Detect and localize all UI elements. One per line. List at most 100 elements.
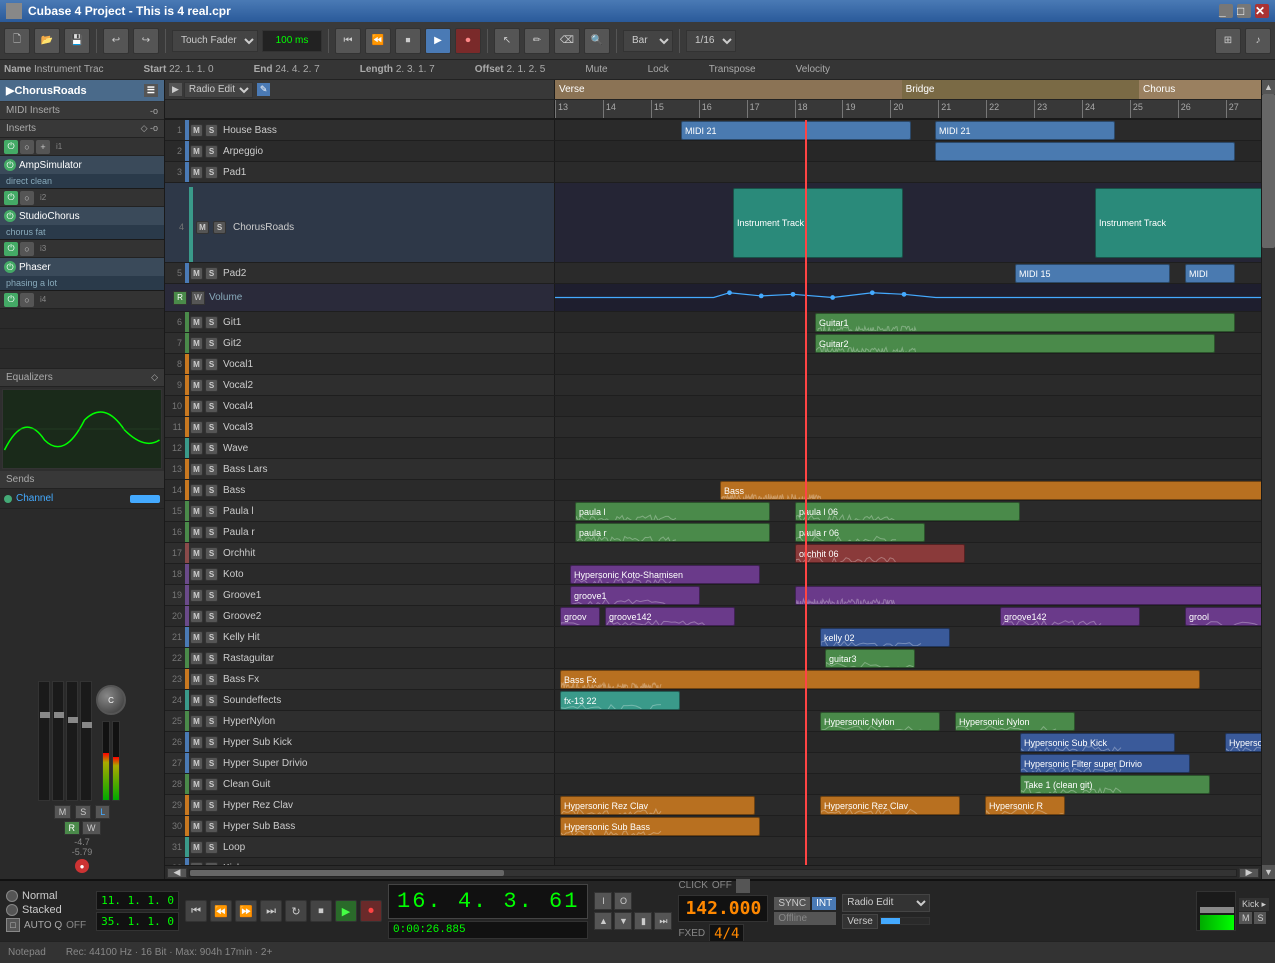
tempo-display[interactable]: 142.000 <box>678 895 768 922</box>
clip[interactable]: kelly 02 <box>820 628 950 647</box>
clip[interactable]: Bass <box>720 481 1261 500</box>
clip[interactable]: Hypersonic Sub Kick <box>1020 733 1175 752</box>
fader-3[interactable] <box>66 681 78 801</box>
ampsim-power[interactable]: ⏻ <box>4 191 18 205</box>
punch-out-btn[interactable]: O <box>614 892 632 910</box>
track-mute-btn[interactable]: M <box>190 631 203 644</box>
scroll-left-btn[interactable]: ◀ <box>167 868 187 878</box>
track-solo-btn[interactable]: S <box>205 547 218 560</box>
track-mute-btn[interactable]: M <box>190 421 203 434</box>
mediabay-btn[interactable]: ♪ <box>1245 28 1271 54</box>
track-name-label[interactable]: Hyper Sub Bass <box>219 821 552 832</box>
track-menu-btn[interactable]: ☰ <box>144 84 158 97</box>
track-mute-btn[interactable]: M <box>190 316 203 329</box>
track-mute-btn[interactable]: M <box>190 862 203 866</box>
record-btn-strip[interactable]: ● <box>75 859 89 873</box>
chorus-bypass-btn[interactable]: ○ <box>20 242 34 256</box>
l-btn[interactable]: L <box>95 805 110 819</box>
master-track-transport[interactable]: Radio Edit <box>842 894 930 912</box>
close-btn[interactable]: ✕ <box>1255 4 1269 18</box>
track-name-label[interactable]: Groove2 <box>219 611 552 622</box>
minimize-btn[interactable]: _ <box>1219 4 1233 18</box>
track-mute-btn[interactable]: M <box>190 568 203 581</box>
forward-end-btn[interactable]: ⏭ <box>654 912 672 930</box>
play-transport[interactable]: ▶ <box>335 900 357 922</box>
clip[interactable]: Hypersonic Nylon <box>820 712 940 731</box>
ampsimulator-slot[interactable]: ⏻ AmpSimulator <box>0 156 164 174</box>
track-solo-btn[interactable]: S <box>205 442 218 455</box>
locator1-display[interactable]: 11. 1. 1. 0 <box>96 891 179 910</box>
track-solo-btn[interactable]: S <box>205 610 218 623</box>
track-mute-btn[interactable]: M <box>190 610 203 623</box>
track-solo-btn[interactable]: S <box>205 337 218 350</box>
chorus-power-btn[interactable]: ⏻ <box>4 242 18 256</box>
pitch-down-btn[interactable]: ▼ <box>614 912 632 930</box>
autoquant-toggle[interactable]: □ <box>6 918 20 932</box>
clip[interactable]: Hypersonic Sub Kick <box>1225 733 1261 752</box>
punch-in-btn[interactable]: I <box>594 892 612 910</box>
phaser-slot[interactable]: ⏻ Phaser <box>0 258 164 276</box>
clip[interactable]: MIDI 21 <box>681 121 911 140</box>
track-name-label[interactable]: Bass Lars <box>219 464 552 475</box>
maximize-btn[interactable]: □ <box>1237 4 1251 18</box>
clip[interactable]: paula r <box>575 523 770 542</box>
track-mute-btn[interactable]: M <box>190 358 203 371</box>
track-name-label[interactable]: Vocal2 <box>219 380 552 391</box>
mixer-btn[interactable]: ⊞ <box>1215 28 1241 54</box>
clip[interactable]: guitar3 <box>825 649 915 668</box>
chorus-preset[interactable]: chorus fat <box>0 225 164 239</box>
clip[interactable]: groove1 <box>570 586 700 605</box>
track-name-label[interactable]: ChorusRoads <box>229 222 550 233</box>
track-mute-btn[interactable]: M <box>190 505 203 518</box>
pencil-tool[interactable]: ✏ <box>524 28 550 54</box>
clip[interactable]: Hypersonic Sub Bass <box>560 817 760 836</box>
ch-s-btn[interactable]: S <box>1254 912 1266 924</box>
track-mute-btn[interactable]: M <box>190 673 203 686</box>
track-name-label[interactable]: Paula r <box>219 527 552 538</box>
record-transport[interactable]: ⏺ <box>360 900 382 922</box>
track-solo-btn[interactable]: S <box>205 145 218 158</box>
scroll-vert-thumb[interactable] <box>1262 94 1275 248</box>
stop-transport[interactable]: ⏹ <box>310 900 332 922</box>
play-btn[interactable]: ▶ <box>425 28 451 54</box>
clip[interactable]: Guitar1 <box>815 313 1235 332</box>
chorus-roads-header[interactable]: ▶ ChorusRoads ☰ <box>0 80 164 102</box>
rewind-transport[interactable]: ⏮ <box>185 900 207 922</box>
clip[interactable]: grool <box>1185 607 1261 626</box>
main-time-display[interactable]: 16. 4. 3. 61 <box>388 884 588 919</box>
clip[interactable]: MIDI 21 <box>935 121 1115 140</box>
track-name-label[interactable]: Vocal1 <box>219 359 552 370</box>
track-solo-btn[interactable]: S <box>205 736 218 749</box>
clip[interactable]: paula r 06 <box>795 523 925 542</box>
bypass-btn[interactable]: ○ <box>20 140 34 154</box>
clip[interactable]: Hypersonic Rez Clav <box>560 796 755 815</box>
master-edit-btn[interactable]: ✎ <box>257 83 271 96</box>
redo-btn[interactable]: ↪ <box>133 28 159 54</box>
track-mute-btn[interactable]: M <box>196 221 209 234</box>
track-name-label[interactable]: Hyper Sub Kick <box>219 737 552 748</box>
power-on-btn[interactable]: ⏻ <box>4 140 18 154</box>
track-name-label[interactable]: Rastaguitar <box>219 653 552 664</box>
m-btn[interactable]: M <box>54 805 72 819</box>
sync-btn[interactable]: SYNC <box>774 897 810 910</box>
cycle-btn[interactable]: ↻ <box>285 900 307 922</box>
ampsim-bypass[interactable]: ○ <box>20 191 34 205</box>
select-tool[interactable]: ↖ <box>494 28 520 54</box>
track-solo-btn[interactable]: S <box>213 221 226 234</box>
offline-btn[interactable]: Offline <box>774 912 836 925</box>
stop-btn[interactable]: ⏹ <box>395 28 421 54</box>
track-name-label[interactable]: Soundeffects <box>219 695 552 706</box>
clip[interactable] <box>795 586 1261 605</box>
track-solo-btn[interactable]: S <box>205 652 218 665</box>
track-solo-btn[interactable]: S <box>205 484 218 497</box>
track-mute-btn[interactable]: M <box>190 799 203 812</box>
r-btn[interactable]: R <box>64 821 81 835</box>
track-name-label[interactable]: Vocal3 <box>219 422 552 433</box>
phaser-bypass-btn[interactable]: ○ <box>20 293 34 307</box>
track-name-label[interactable]: Bass <box>219 485 552 496</box>
fader-1[interactable] <box>38 681 50 801</box>
fast-fwd-end[interactable]: ⏭ <box>260 900 282 922</box>
track-mute-btn[interactable]: M <box>190 652 203 665</box>
track-mute-btn[interactable]: M <box>190 694 203 707</box>
track-name-label[interactable]: Pad2 <box>219 268 552 279</box>
